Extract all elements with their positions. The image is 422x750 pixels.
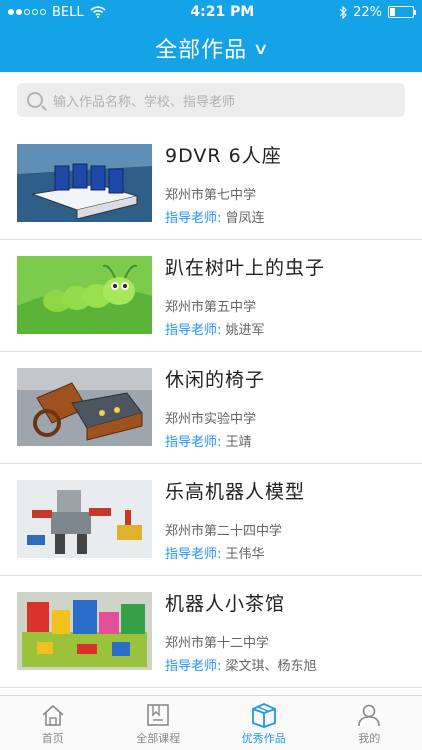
work-thumbnail-caterpillar (17, 256, 152, 334)
tab-home[interactable]: 首页 (0, 696, 106, 750)
status-bar: BELL 4:21 PM 22% (0, 0, 422, 24)
work-info: 趴在树叶上的虫子 郑州市第五中学 指导老师: 姚进军 (165, 256, 405, 338)
teacher-label: 指导老师: (165, 547, 222, 562)
work-name: 趴在树叶上的虫子 (165, 257, 326, 279)
search-area: 输入作品名称、学校、指导老师 (0, 72, 422, 128)
work-school: 郑州市第五中学 (165, 300, 257, 315)
teacher-label: 指导老师: (165, 435, 222, 450)
carrier-label: BELL (52, 4, 84, 20)
works-list: 9DVR 6人座 郑州市第七中学 指导老师: 曾凤连 趴在树叶上的虫子 郑州市第… (0, 128, 422, 688)
tab-courses[interactable]: 全部课程 (106, 696, 212, 750)
work-name: 9DVR 6人座 (165, 145, 282, 167)
search-placeholder: 输入作品名称、学校、指导老师 (53, 94, 236, 110)
bottom-tab-bar: 首页 全部课程 优秀作品 我的 (0, 695, 422, 750)
work-teacher: 指导老师: 王靖 (165, 431, 405, 450)
chevron-down-icon: ∨ (252, 38, 270, 58)
profile-icon (358, 704, 381, 727)
status-time: 4:21 PM (190, 4, 255, 20)
work-info: 9DVR 6人座 郑州市第七中学 指导老师: 曾凤连 (165, 144, 405, 226)
tab-label: 我的 (358, 732, 381, 745)
search-icon (27, 92, 43, 108)
status-left: BELL (8, 5, 106, 20)
wifi-icon (90, 6, 106, 18)
teacher-name: 王伟华 (225, 547, 265, 562)
work-school: 郑州市第七中学 (165, 188, 257, 203)
work-school: 郑州市第二十四中学 (165, 524, 283, 539)
list-item[interactable]: 趴在树叶上的虫子 郑州市第五中学 指导老师: 姚进军 (0, 240, 422, 352)
works-icon (251, 703, 276, 728)
work-thumbnail-chair (17, 368, 152, 446)
work-teacher: 指导老师: 姚进军 (165, 319, 405, 338)
teacher-label: 指导老师: (165, 211, 222, 226)
top-header: BELL 4:21 PM 22% 全部作品 ∨ (0, 0, 422, 72)
teacher-name: 曾凤连 (225, 211, 265, 226)
list-item[interactable]: 乐高机器人模型 郑州市第二十四中学 指导老师: 王伟华 (0, 464, 422, 576)
tab-works[interactable]: 优秀作品 (211, 696, 317, 750)
work-teacher: 指导老师: 曾凤连 (165, 207, 405, 226)
work-teacher: 指导老师: 王伟华 (165, 543, 405, 562)
teacher-label: 指导老师: (165, 659, 222, 674)
work-school: 郑州市实验中学 (165, 412, 257, 427)
title-dropdown[interactable]: 全部作品 ∨ (0, 24, 422, 72)
status-right: 22% (339, 4, 416, 20)
teacher-name: 姚进军 (225, 323, 265, 338)
work-name: 乐高机器人模型 (165, 481, 306, 503)
list-item[interactable]: 休闲的椅子 郑州市实验中学 指导老师: 王靖 (0, 352, 422, 464)
page-title: 全部作品 (155, 38, 248, 63)
work-thumbnail-lego-robot (17, 480, 152, 558)
tab-label: 全部课程 (136, 732, 181, 745)
work-thumbnail-tea-house (17, 592, 152, 670)
work-name: 机器人小茶馆 (165, 593, 286, 615)
bluetooth-icon (339, 5, 347, 19)
work-school: 郑州市第十二中学 (165, 636, 270, 651)
work-teacher: 指导老师: 梁文琪、杨东旭 (165, 655, 405, 674)
teacher-label: 指导老师: (165, 323, 222, 338)
battery-percent: 22% (353, 4, 382, 20)
work-thumbnail-vr-seat (17, 144, 152, 222)
tab-label: 优秀作品 (241, 732, 286, 745)
search-input[interactable]: 输入作品名称、学校、指导老师 (17, 83, 405, 117)
course-icon (147, 704, 170, 726)
list-item[interactable]: 9DVR 6人座 郑州市第七中学 指导老师: 曾凤连 (0, 128, 422, 240)
teacher-name: 王靖 (225, 435, 252, 450)
work-name: 休闲的椅子 (165, 369, 266, 391)
work-info: 乐高机器人模型 郑州市第二十四中学 指导老师: 王伟华 (165, 480, 405, 562)
home-icon (42, 704, 64, 726)
battery-icon (387, 6, 416, 18)
work-info: 机器人小茶馆 郑州市第十二中学 指导老师: 梁文琪、杨东旭 (165, 592, 405, 674)
tab-profile[interactable]: 我的 (317, 696, 422, 750)
tab-label: 首页 (41, 732, 64, 745)
teacher-name: 梁文琪、杨东旭 (225, 659, 317, 674)
work-info: 休闲的椅子 郑州市实验中学 指导老师: 王靖 (165, 368, 405, 450)
list-item[interactable]: 机器人小茶馆 郑州市第十二中学 指导老师: 梁文琪、杨东旭 (0, 576, 422, 688)
signal-icon (8, 9, 46, 15)
